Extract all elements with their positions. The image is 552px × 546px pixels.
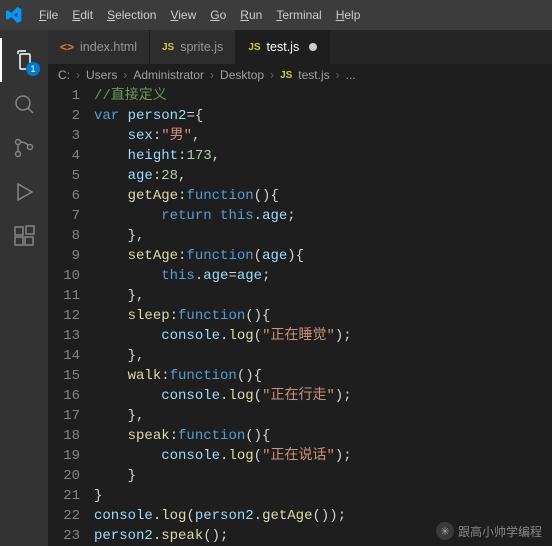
title-bar: File Edit Selection View Go Run Terminal…	[0, 0, 552, 30]
line-number: 14	[48, 346, 80, 366]
code-line[interactable]: console.log("正在说话");	[94, 446, 552, 466]
code-line[interactable]: age:28,	[94, 166, 552, 186]
menu-run[interactable]: Run	[233, 0, 269, 30]
dirty-indicator-icon	[309, 43, 317, 51]
tab-label: sprite.js	[180, 40, 223, 54]
activity-run-debug[interactable]	[0, 170, 48, 214]
chevron-right-icon: ›	[76, 68, 80, 82]
activity-extensions[interactable]	[0, 214, 48, 258]
line-number: 8	[48, 226, 80, 246]
code-line[interactable]: height:173,	[94, 146, 552, 166]
line-number: 17	[48, 406, 80, 426]
line-number: 5	[48, 166, 80, 186]
breadcrumb-segment[interactable]: C:	[58, 68, 70, 82]
code-line[interactable]: getAge:function(){	[94, 186, 552, 206]
code-line[interactable]: console.log("正在行走");	[94, 386, 552, 406]
breadcrumb-segment[interactable]: Users	[86, 68, 117, 82]
line-number: 22	[48, 506, 80, 526]
code-line[interactable]: speak:function(){	[94, 426, 552, 446]
html-file-icon: <>	[60, 40, 74, 54]
chevron-right-icon: ›	[123, 68, 127, 82]
code-line[interactable]: }	[94, 466, 552, 486]
menu-help[interactable]: Help	[329, 0, 368, 30]
breadcrumb-segment[interactable]: Desktop	[220, 68, 264, 82]
menu-file[interactable]: File	[32, 0, 65, 30]
line-number: 18	[48, 426, 80, 446]
activity-source-control[interactable]	[0, 126, 48, 170]
menu-selection[interactable]: Selection	[100, 0, 163, 30]
activity-bar: 1	[0, 30, 48, 546]
chevron-right-icon: ›	[210, 68, 214, 82]
editor-area: <> index.html JS sprite.js JS test.js C: › User…	[48, 30, 552, 546]
chevron-right-icon: ›	[270, 68, 274, 82]
line-number: 13	[48, 326, 80, 346]
code-line[interactable]: return this.age;	[94, 206, 552, 226]
line-number: 11	[48, 286, 80, 306]
line-number: 23	[48, 526, 80, 546]
js-file-icon: JS	[280, 70, 292, 81]
menu-view[interactable]: View	[163, 0, 203, 30]
breadcrumb[interactable]: C: › Users › Administrator › Desktop › JS test.js…	[48, 64, 552, 86]
code-line[interactable]: sleep:function(){	[94, 306, 552, 326]
code-line[interactable]: walk:function(){	[94, 366, 552, 386]
line-number: 10	[48, 266, 80, 286]
line-number: 12	[48, 306, 80, 326]
js-file-icon: JS	[248, 42, 260, 53]
tab-index-html[interactable]: <> index.html	[48, 30, 150, 64]
code-line[interactable]: //直接定义	[94, 86, 552, 106]
code-line[interactable]: },	[94, 406, 552, 426]
code-line[interactable]: var person2={	[94, 106, 552, 126]
breadcrumb-segment[interactable]: Administrator	[133, 68, 204, 82]
line-number: 4	[48, 146, 80, 166]
code-line[interactable]: console.log("正在睡觉");	[94, 326, 552, 346]
js-file-icon: JS	[162, 42, 174, 53]
line-number: 16	[48, 386, 80, 406]
activity-explorer[interactable]: 1	[0, 38, 48, 82]
explorer-badge: 1	[26, 62, 40, 76]
code-line[interactable]: }	[94, 486, 552, 506]
line-number: 19	[48, 446, 80, 466]
menu-terminal[interactable]: Terminal	[269, 0, 328, 30]
code-line[interactable]: },	[94, 346, 552, 366]
line-number: 2	[48, 106, 80, 126]
code-line[interactable]: setAge:function(age){	[94, 246, 552, 266]
line-number: 21	[48, 486, 80, 506]
wechat-icon: ✳	[436, 522, 454, 540]
activity-search[interactable]	[0, 82, 48, 126]
tab-label: test.js	[267, 40, 300, 54]
line-number: 1	[48, 86, 80, 106]
chevron-right-icon: ›	[336, 68, 340, 82]
code-content[interactable]: //直接定义var person2={ sex:"男", height:173,…	[94, 86, 552, 546]
line-number: 6	[48, 186, 80, 206]
line-number: 15	[48, 366, 80, 386]
line-number: 7	[48, 206, 80, 226]
tab-sprite-js[interactable]: JS sprite.js	[150, 30, 236, 64]
code-line[interactable]: },	[94, 286, 552, 306]
code-line[interactable]: sex:"男",	[94, 126, 552, 146]
breadcrumb-file[interactable]: test.js	[298, 68, 329, 82]
tab-label: index.html	[80, 40, 137, 54]
code-line[interactable]: },	[94, 226, 552, 246]
code-editor[interactable]: 123456789101112131415161718192021222324 …	[48, 86, 552, 546]
tab-test-js[interactable]: JS test.js	[236, 30, 330, 64]
line-number: 9	[48, 246, 80, 266]
tab-bar: <> index.html JS sprite.js JS test.js	[48, 30, 552, 64]
line-number: 20	[48, 466, 80, 486]
line-gutter: 123456789101112131415161718192021222324	[48, 86, 94, 546]
line-number: 3	[48, 126, 80, 146]
watermark-text: 跟高小帅学编程	[458, 523, 542, 540]
app-logo	[6, 7, 22, 23]
breadcrumb-trailing[interactable]: ...	[346, 68, 356, 82]
code-line[interactable]: this.age=age;	[94, 266, 552, 286]
menu-edit[interactable]: Edit	[65, 0, 100, 30]
menu-go[interactable]: Go	[203, 0, 233, 30]
watermark: ✳ 跟高小帅学编程	[436, 522, 542, 540]
